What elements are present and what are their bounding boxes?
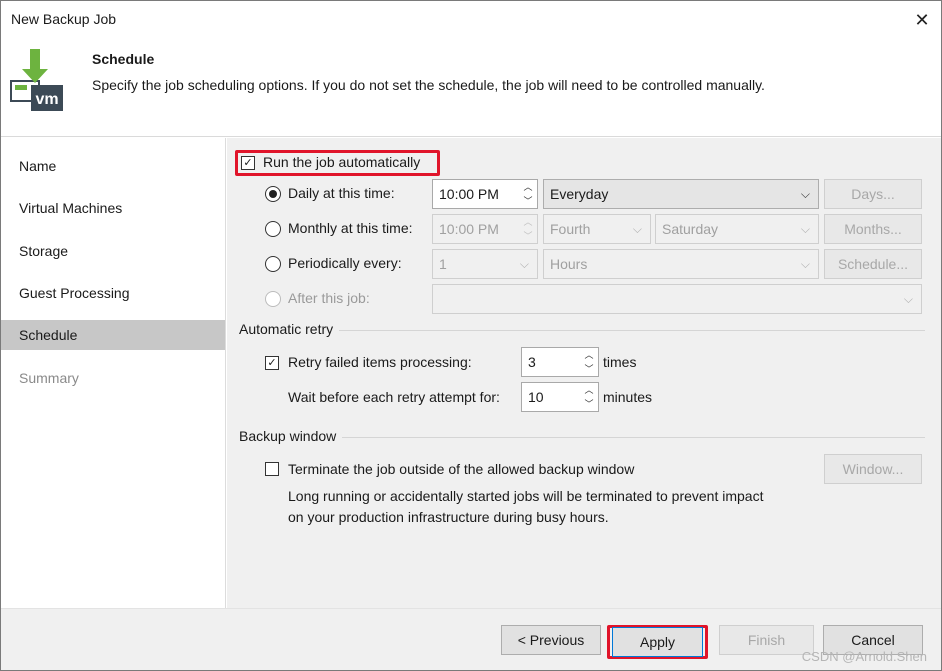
- retry-group-line: [239, 330, 925, 331]
- title-bar: New Backup Job ✕: [1, 1, 941, 39]
- wait-unit: minutes: [603, 389, 653, 405]
- retry-unit: times: [603, 354, 637, 370]
- chevron-down-icon: ⌵: [800, 222, 810, 236]
- period-value: 1: [439, 256, 447, 272]
- run-automatically-label: Run the job automatically: [263, 154, 421, 170]
- after-job-radio[interactable]: [265, 291, 281, 307]
- wizard-header: vm Schedule Specify the job scheduling o…: [1, 39, 941, 137]
- spin-down-icon: ﹀: [523, 196, 533, 206]
- chevron-down-icon: ⌵: [632, 222, 642, 236]
- months-button[interactable]: Months...: [824, 214, 922, 244]
- wait-minutes-spinner[interactable]: ︿ ﹀: [582, 384, 596, 410]
- page-description: Specify the job scheduling options. If y…: [92, 77, 765, 93]
- wait-label: Wait before each retry attempt for:: [288, 389, 500, 405]
- monthly-time-input[interactable]: 10:00 PM ︿ ﹀: [432, 214, 538, 244]
- chevron-down-icon: ⌵: [903, 292, 913, 306]
- step-summary: Summary: [19, 370, 79, 386]
- terminate-note-line1: Long running or accidentally started job…: [288, 488, 764, 504]
- monthly-week-value: Fourth: [550, 221, 591, 237]
- backup-job-window: New Backup Job ✕ vm Schedule Specify the…: [0, 0, 942, 671]
- wizard-footer: < Previous Apply Finish Cancel: [1, 608, 941, 670]
- monthly-day-value: Saturday: [662, 221, 719, 237]
- retry-count-spinner[interactable]: ︿ ﹀: [582, 349, 596, 375]
- terminate-note-line2: on your production infrastructure during…: [288, 509, 609, 525]
- chevron-down-icon: ⌵: [519, 257, 529, 271]
- monthly-time-value: 10:00 PM: [439, 221, 499, 237]
- spin-up-icon: ︿: [523, 217, 533, 227]
- retry-label: Retry failed items processing:: [288, 354, 472, 370]
- spin-up-icon: ︿: [584, 350, 594, 360]
- period-value-select[interactable]: 1 ⌵: [432, 249, 538, 279]
- monthly-week-select[interactable]: Fourth ⌵: [543, 214, 651, 244]
- days-button[interactable]: Days...: [824, 179, 922, 209]
- period-unit-select[interactable]: Hours ⌵: [543, 249, 819, 279]
- wait-minutes-input[interactable]: 10 ︿ ﹀: [521, 382, 599, 412]
- step-storage[interactable]: Storage: [1, 236, 225, 266]
- daily-time-value: 10:00 PM: [439, 186, 499, 202]
- chevron-down-icon: ⌵: [800, 257, 810, 271]
- spin-up-icon: ︿: [584, 385, 594, 395]
- chevron-down-icon: ⌵: [800, 187, 810, 201]
- daily-time-spinner[interactable]: ︿ ﹀: [521, 181, 535, 207]
- schedule-panel: ✓ Run the job automatically Daily at thi…: [227, 138, 941, 608]
- period-unit-value: Hours: [550, 256, 588, 272]
- page-title: Schedule: [92, 51, 155, 67]
- retry-count-value: 3: [528, 354, 536, 370]
- wizard-steps-sidebar: Name Virtual Machines Storage Guest Proc…: [1, 138, 226, 608]
- after-job-select[interactable]: ⌵: [432, 284, 922, 314]
- previous-button[interactable]: < Previous: [501, 625, 601, 655]
- monthly-time-spinner[interactable]: ︿ ﹀: [521, 216, 535, 242]
- retry-count-input[interactable]: 3 ︿ ﹀: [521, 347, 599, 377]
- finish-button[interactable]: Finish: [719, 625, 814, 655]
- terminate-label: Terminate the job outside of the allowed…: [288, 461, 635, 477]
- spin-up-icon: ︿: [523, 182, 533, 192]
- backup-window-group-title: Backup window: [239, 428, 343, 444]
- step-guest-processing[interactable]: Guest Processing: [1, 278, 225, 308]
- daily-option-select[interactable]: Everyday ⌵: [543, 179, 819, 209]
- retry-checkbox[interactable]: ✓: [265, 356, 279, 370]
- window-title: New Backup Job: [11, 11, 117, 27]
- spin-down-icon: ﹀: [584, 364, 594, 374]
- daily-radio[interactable]: [265, 186, 281, 202]
- step-name[interactable]: Name: [1, 151, 225, 181]
- vm-icon-text: vm: [35, 91, 58, 108]
- close-icon: ✕: [914, 9, 930, 30]
- retry-group-title: Automatic retry: [239, 321, 340, 337]
- monthly-day-select[interactable]: Saturday ⌵: [655, 214, 819, 244]
- watermark-text: CSDN @Arnold.Shen: [801, 649, 927, 664]
- monthly-label: Monthly at this time:: [288, 220, 413, 236]
- daily-label: Daily at this time:: [288, 185, 395, 201]
- close-button[interactable]: ✕: [909, 7, 935, 33]
- terminate-checkbox[interactable]: [265, 462, 279, 476]
- apply-button[interactable]: Apply: [612, 627, 703, 657]
- after-job-label: After this job:: [288, 290, 370, 306]
- step-schedule[interactable]: Schedule: [1, 320, 225, 350]
- spin-down-icon: ﹀: [523, 231, 533, 241]
- periodically-label: Periodically every:: [288, 255, 402, 271]
- monthly-radio[interactable]: [265, 221, 281, 237]
- backup-vm-icon: vm: [10, 49, 63, 111]
- step-virtual-machines[interactable]: Virtual Machines: [1, 193, 225, 223]
- window-button[interactable]: Window...: [824, 454, 922, 484]
- wait-minutes-value: 10: [528, 389, 544, 405]
- run-automatically-checkbox[interactable]: ✓: [241, 156, 255, 170]
- periodically-radio[interactable]: [265, 256, 281, 272]
- schedule-button[interactable]: Schedule...: [824, 249, 922, 279]
- daily-option-value: Everyday: [550, 186, 609, 202]
- spin-down-icon: ﹀: [584, 399, 594, 409]
- daily-time-input[interactable]: 10:00 PM ︿ ﹀: [432, 179, 538, 209]
